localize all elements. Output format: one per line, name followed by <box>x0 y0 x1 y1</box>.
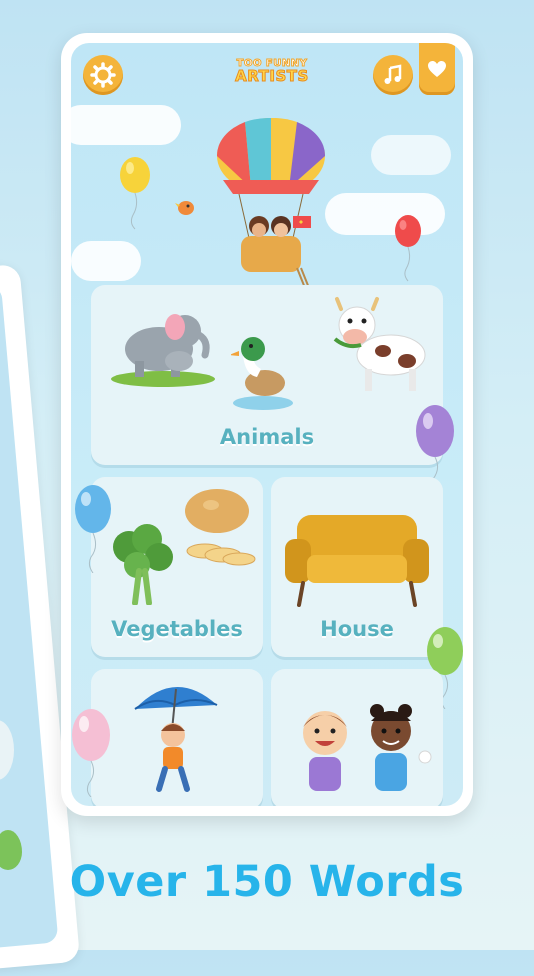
favorites-button[interactable] <box>419 43 455 95</box>
category-label-animals: Animals <box>219 425 315 449</box>
red-balloon-icon <box>395 215 421 282</box>
category-card-vegetables[interactable]: Vegetables <box>91 477 263 657</box>
elephant-illustration <box>111 314 215 387</box>
app-logo: TOO FUNNY ARTISTS <box>227 58 317 85</box>
promo-caption: Over 150 Words <box>69 857 465 907</box>
app-screen: TOO FUNNY ARTISTS Animals Vegetables Hou… <box>71 43 463 806</box>
duck-illustration <box>231 337 293 410</box>
category-label-vegetables: Vegetables <box>111 617 243 641</box>
phone-frame: TOO FUNNY ARTISTS Animals Vegetables Hou… <box>61 33 473 816</box>
yellow-balloon-icon <box>120 157 150 230</box>
bird-icon <box>175 201 194 215</box>
settings-button[interactable] <box>83 55 123 95</box>
blue-balloon-icon <box>75 485 111 573</box>
children-illustration <box>303 704 432 791</box>
category-card-people[interactable] <box>271 669 443 806</box>
cloud <box>71 105 181 145</box>
category-card-animals[interactable]: Animals <box>91 285 443 465</box>
music-button[interactable] <box>373 55 413 95</box>
logo-line-2: ARTISTS <box>235 67 309 85</box>
cow-illustration <box>333 297 426 391</box>
category-card-actions[interactable] <box>91 669 263 806</box>
gear-icon <box>90 62 116 88</box>
music-note-icon <box>384 64 402 84</box>
cloud <box>71 241 141 281</box>
child-with-umbrella-illustration <box>134 686 218 792</box>
pink-balloon-icon <box>72 709 110 797</box>
category-card-house[interactable]: House <box>271 477 443 657</box>
category-label-house: House <box>320 617 394 641</box>
sofa-illustration <box>285 515 429 607</box>
hot-air-balloon-illustration <box>216 118 326 289</box>
heart-icon <box>428 61 446 77</box>
cloud <box>371 135 451 175</box>
vegetables-illustration <box>113 489 256 605</box>
